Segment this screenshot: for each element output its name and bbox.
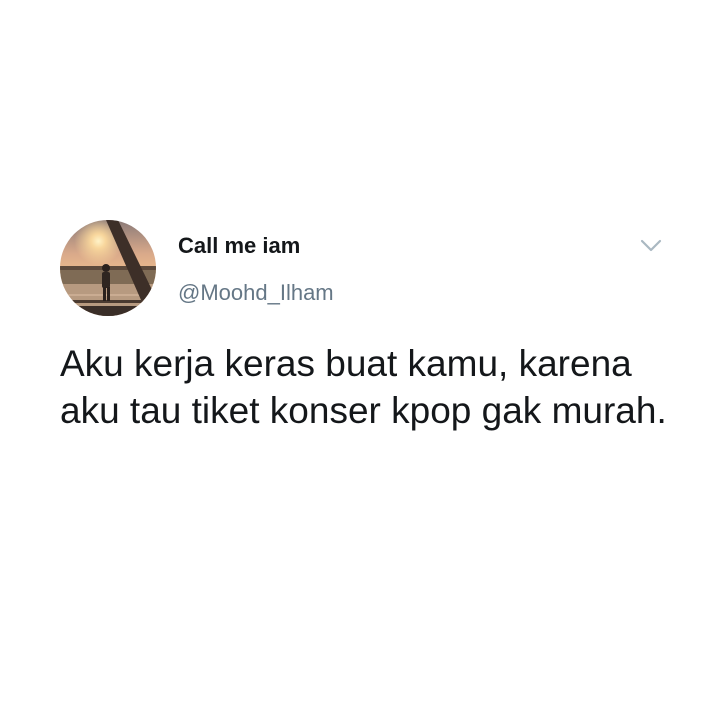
author-handle[interactable]: @Moohd_Ilham	[178, 280, 334, 306]
tweet-text: Aku kerja keras buat kamu, karena aku ta…	[60, 343, 667, 431]
chevron-down-icon[interactable]	[639, 236, 663, 256]
avatar[interactable]	[60, 220, 156, 316]
tweet-card: Call me iam @Moohd_Ilham Aku kerja keras…	[0, 0, 720, 720]
author-display-name[interactable]: Call me iam	[178, 233, 300, 259]
avatar-photo	[60, 220, 156, 316]
